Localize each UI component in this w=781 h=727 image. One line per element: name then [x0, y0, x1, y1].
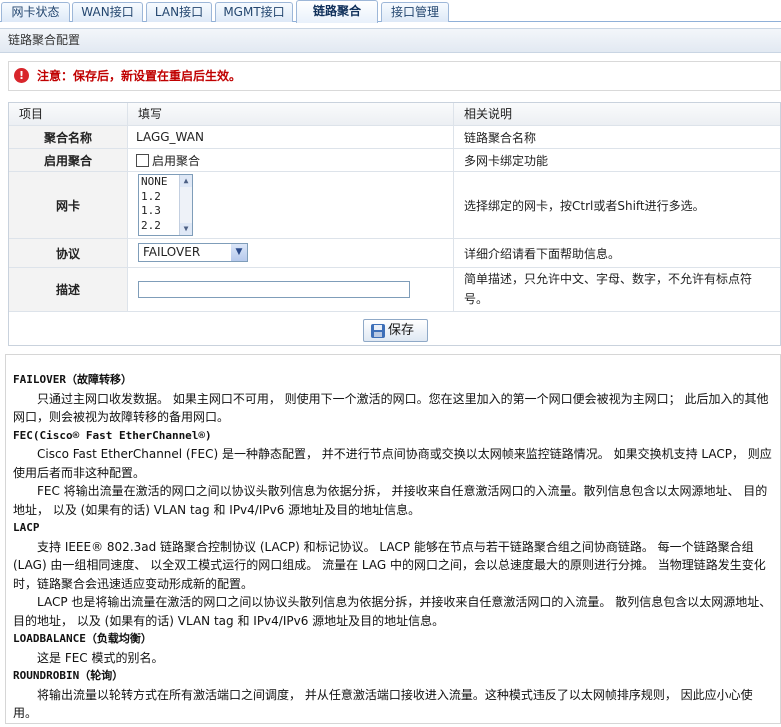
help-loadbalance-text: 这是 FEC 模式的别名。 [37, 650, 164, 665]
header-item: 项目 [9, 103, 128, 125]
help-roundrobin-title: ROUNDROBIN（轮询） [13, 669, 124, 682]
chevron-down-icon[interactable]: ▼ [231, 244, 247, 261]
row-nic: 网卡 NONE 1.2 1.3 2.2 ▲ ▼ 选择绑定的网卡，按Ctrl或者S… [9, 172, 780, 239]
desc-lagg-name: 链路聚合名称 [464, 130, 537, 145]
help-loadbalance-title: LOADBALANCE（负载均衡） [13, 632, 152, 645]
label-enable: 启用聚合 [9, 149, 128, 171]
tab-lan[interactable]: LAN接口 [146, 2, 212, 22]
help-fec-text-1: Cisco Fast EtherChannel (FEC) 是一种静态配置， 并… [13, 447, 772, 480]
row-name: 聚合名称 LAGG_WAN 链路聚合名称 [9, 126, 780, 149]
help-fec-text-2: FEC 将输出流量在激活的网口之间以协议头散列信息为依据分拆， 并接收来自任意激… [13, 484, 768, 517]
save-button-label: 保存 [388, 323, 415, 338]
tab-interface-management[interactable]: 接口管理 [381, 2, 449, 22]
table-header: 项目 填写 相关说明 [9, 103, 780, 126]
tab-mgmt[interactable]: MGMT接口 [215, 2, 293, 22]
help-failover-text: 只通过主网口收发数据。 如果主网口不可用， 则使用下一个激活的网口。您在这里加入… [13, 391, 769, 425]
tab-bar: 网卡状态 WAN接口 LAN接口 MGMT接口 链路聚合 接口管理 [0, 0, 781, 23]
notice-banner: ! 注意：保存后，新设置在重启后生效。 [8, 61, 781, 91]
tab-nic-status[interactable]: 网卡状态 [1, 2, 70, 22]
notice-text: 注意：保存后，新设置在重启后生效。 [37, 69, 242, 83]
floppy-disk-icon [371, 324, 385, 338]
warning-icon: ! [14, 68, 29, 83]
row-enable: 启用聚合 启用聚合 多网卡绑定功能 [9, 149, 780, 172]
help-failover-title: FAILOVER（故障转移） [13, 373, 132, 386]
nic-listbox-scrollbar[interactable]: ▲ ▼ [179, 175, 192, 235]
protocol-select[interactable]: FAILOVER ▼ [138, 243, 248, 262]
header-desc: 相关说明 [454, 103, 780, 125]
help-lacp-text-2: LACP 也是将输出流量在激活的网口之间以协议头散列信息为依据分拆，并接收来自任… [13, 595, 772, 628]
help-lacp-title: LACP [13, 521, 40, 534]
desc-description: 简单描述，只允许中文、字母、数字，不允许有标点符号。 [464, 272, 753, 306]
enable-checkbox-label[interactable]: 启用聚合 [152, 152, 200, 169]
desc-protocol: 详细介绍请看下面帮助信息。 [464, 246, 621, 261]
desc-nic: 选择绑定的网卡，按Ctrl或者Shift进行多选。 [464, 198, 705, 213]
label-protocol: 协议 [9, 239, 128, 267]
help-panel: FAILOVER（故障转移） 只通过主网口收发数据。 如果主网口不可用， 则使用… [5, 354, 781, 724]
header-fill: 填写 [128, 103, 454, 125]
description-input[interactable] [138, 281, 410, 298]
label-nic: 网卡 [9, 172, 128, 238]
help-roundrobin-text: 将输出流量以轮转方式在所有激活端口之间调度， 并从任意激活端口接收进入流量。这种… [13, 687, 753, 721]
lagg-name-value: LAGG_WAN [128, 126, 454, 148]
enable-checkbox[interactable] [136, 153, 149, 167]
description-cell [128, 268, 454, 311]
row-description: 描述 简单描述，只允许中文、字母、数字，不允许有标点符号。 [9, 268, 780, 312]
scroll-down-icon[interactable]: ▼ [180, 223, 192, 235]
help-fec-title: FEC(Cisco® Fast EtherChannel®) [13, 428, 212, 442]
tab-wan[interactable]: WAN接口 [72, 2, 143, 22]
row-protocol: 协议 FAILOVER ▼ 详细介绍请看下面帮助信息。 [9, 239, 780, 268]
protocol-cell: FAILOVER ▼ [128, 239, 454, 267]
enable-checkbox-wrap: 启用聚合 [128, 149, 454, 171]
help-lacp-text-1: 支持 IEEE® 802.3ad 链路聚合控制协议 (LACP) 和标记协议。 … [13, 539, 766, 591]
tab-link-aggregation[interactable]: 链路聚合 [296, 0, 378, 23]
protocol-selected-value: FAILOVER [143, 245, 201, 259]
nic-listbox[interactable]: NONE 1.2 1.3 2.2 ▲ ▼ [138, 174, 193, 236]
section-title: 链路聚合配置 [0, 28, 781, 53]
label-description: 描述 [9, 268, 128, 311]
label-lagg-name: 聚合名称 [9, 126, 128, 148]
desc-enable: 多网卡绑定功能 [464, 153, 549, 168]
nic-cell: NONE 1.2 1.3 2.2 ▲ ▼ [128, 172, 454, 238]
lagg-form: 项目 填写 相关说明 聚合名称 LAGG_WAN 链路聚合名称 启用聚合 启用聚… [8, 102, 781, 346]
save-button[interactable]: 保存 [363, 319, 428, 342]
scroll-up-icon[interactable]: ▲ [180, 175, 192, 187]
